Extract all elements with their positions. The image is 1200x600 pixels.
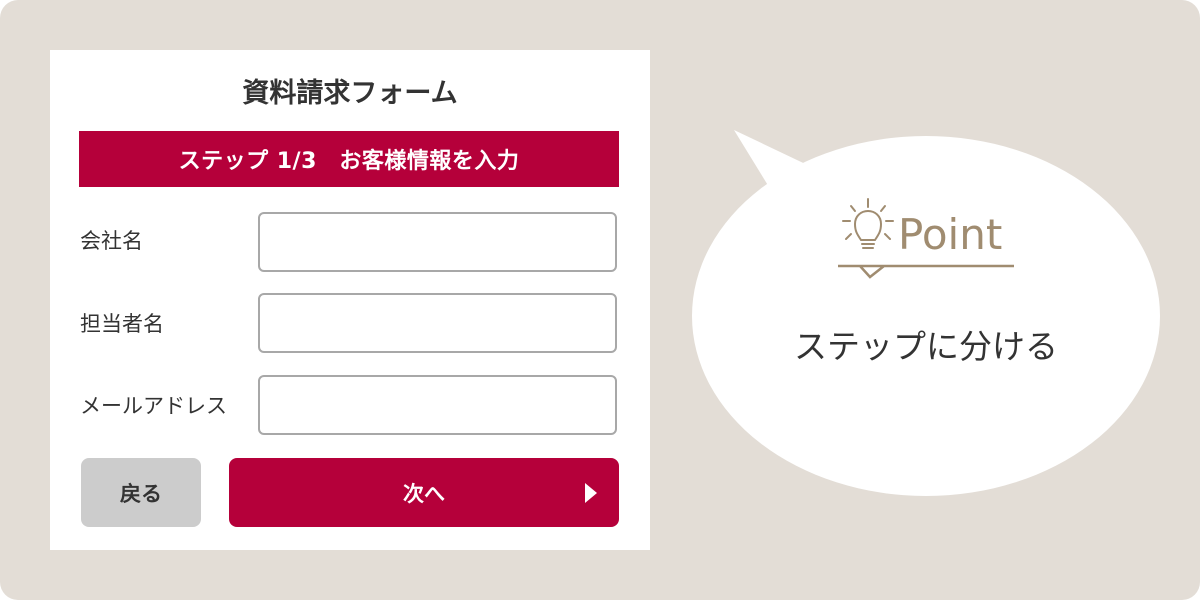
bubble-message: ステップに分ける	[794, 327, 1058, 366]
point-label: Point	[898, 210, 1003, 259]
speech-bubble	[692, 130, 1160, 496]
speech-bubble-body	[692, 136, 1160, 496]
canvas-background: 資料請求フォーム ステップ 1/3 お客様情報を入力 会社名 担当者名 メールア…	[0, 0, 1200, 600]
